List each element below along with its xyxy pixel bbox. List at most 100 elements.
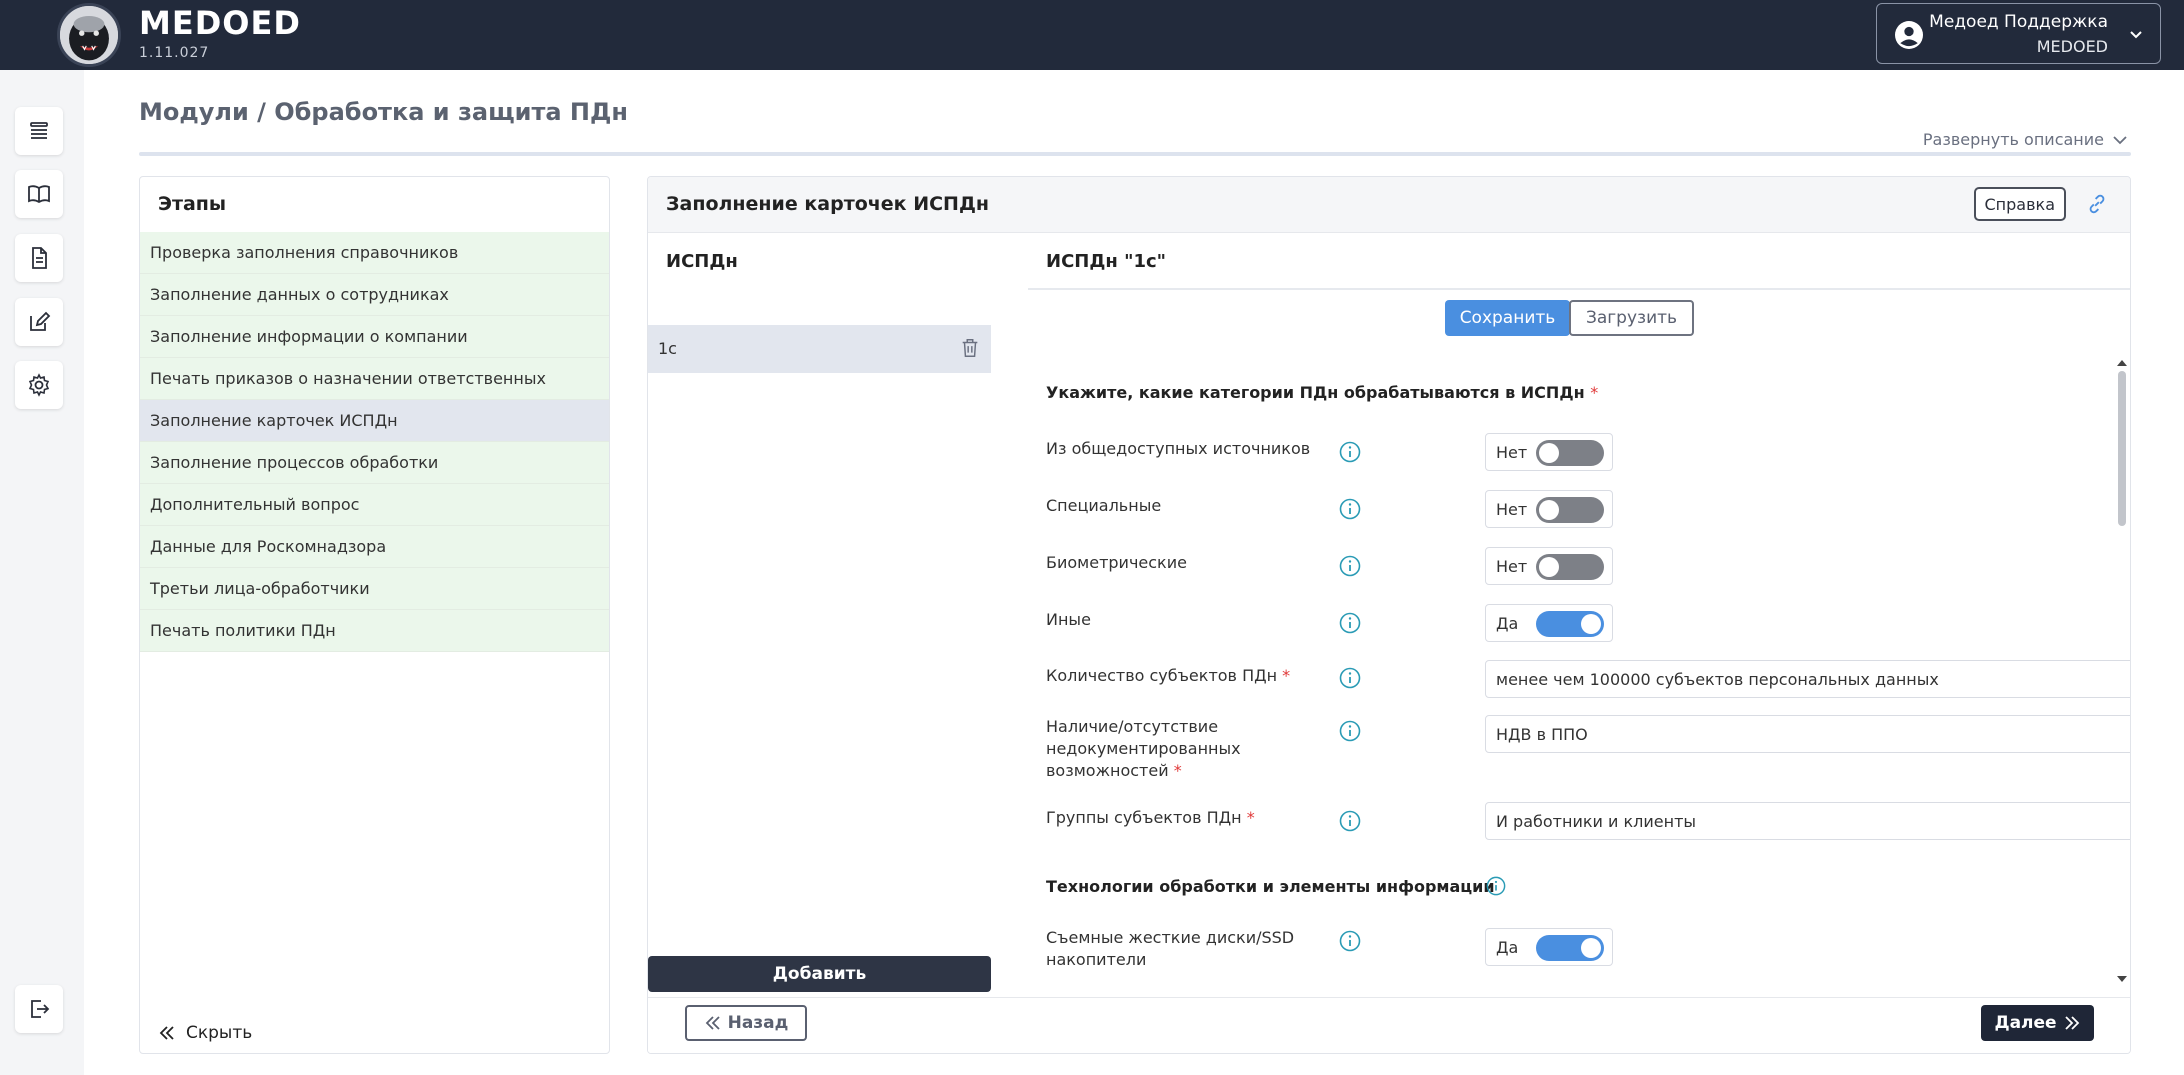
next-button[interactable]: Далее bbox=[1981, 1005, 2094, 1041]
honey-badger-logo bbox=[57, 3, 121, 67]
info-icon[interactable] bbox=[1486, 876, 1506, 896]
toggle-value: Нет bbox=[1496, 443, 1528, 462]
hide-stages-button[interactable]: Скрыть bbox=[158, 1023, 252, 1043]
back-button-label: Назад bbox=[727, 1013, 789, 1033]
stages-panel: Этапы Проверка заполнения справочников З… bbox=[139, 176, 610, 1054]
stage-item[interactable]: Печать приказов о назначении ответственн… bbox=[140, 358, 609, 400]
link-icon[interactable] bbox=[2086, 193, 2108, 215]
toggle-value: Нет bbox=[1496, 500, 1528, 519]
field-label-line: Съемные жесткие диски/SSD bbox=[1046, 928, 1295, 947]
field-label: Из общедоступных источников bbox=[1046, 439, 1311, 458]
back-button[interactable]: Назад bbox=[685, 1005, 807, 1041]
trash-icon[interactable] bbox=[959, 337, 981, 359]
user-name: Медоед Поддержка bbox=[1929, 12, 2108, 32]
toggle-removable-drives[interactable]: Да bbox=[1485, 928, 1613, 966]
next-button-label: Далее bbox=[1994, 1013, 2057, 1033]
select-value: менее чем 100000 субъектов персональных … bbox=[1496, 670, 1939, 689]
select-value: НДВ в ППО bbox=[1496, 725, 1588, 744]
toggle-switch[interactable] bbox=[1536, 554, 1604, 580]
ispdn-panel: Заполнение карточек ИСПДн Справка ИСПДн … bbox=[647, 176, 2131, 1054]
toggle-switch[interactable] bbox=[1536, 611, 1604, 637]
load-button[interactable]: Загрузить bbox=[1569, 300, 1694, 336]
document-icon bbox=[32, 247, 47, 269]
user-menu[interactable]: Медоед Поддержка MEDOED bbox=[1876, 3, 2161, 64]
chevron-down-icon bbox=[2130, 31, 2142, 39]
sidebar-settings-button[interactable] bbox=[15, 361, 63, 409]
sidebar-menu-button[interactable] bbox=[15, 107, 63, 155]
toggle-switch[interactable] bbox=[1536, 935, 1604, 961]
toggle-knob bbox=[1539, 557, 1559, 577]
add-ispdn-button[interactable]: Добавить bbox=[648, 956, 991, 992]
undocumented-features-select[interactable]: НДВ в ППО bbox=[1485, 715, 2130, 753]
hide-stages-label: Скрыть bbox=[186, 1023, 253, 1043]
field-label-text: Количество субъектов ПДн bbox=[1046, 666, 1278, 685]
scrollbar-thumb[interactable] bbox=[2118, 371, 2126, 526]
subject-groups-select[interactable]: И работники и клиенты bbox=[1485, 802, 2130, 840]
info-icon[interactable] bbox=[1339, 810, 1361, 832]
stage-item[interactable]: Печать политики ПДн bbox=[140, 610, 609, 652]
toggle-special[interactable]: Нет bbox=[1485, 490, 1613, 528]
stages-title: Этапы bbox=[158, 193, 227, 215]
sidebar-logout-button[interactable] bbox=[15, 985, 63, 1033]
form-scrollbar[interactable] bbox=[2115, 357, 2129, 993]
scroll-up-arrow-icon[interactable] bbox=[2116, 357, 2128, 367]
stage-item[interactable]: Данные для Роскомнадзора bbox=[140, 526, 609, 568]
form-header: ИСПДн "1с" bbox=[1046, 251, 1167, 272]
toggle-biometric[interactable]: Нет bbox=[1485, 547, 1613, 585]
ispdn-list-item[interactable]: 1с bbox=[648, 325, 991, 373]
ispdn-item-label: 1с bbox=[658, 339, 677, 358]
info-icon[interactable] bbox=[1339, 441, 1361, 463]
toggle-value: Да bbox=[1496, 938, 1519, 957]
stage-item[interactable]: Заполнение данных о сотрудниках bbox=[140, 274, 609, 316]
field-label-text: Группы субъектов ПДн bbox=[1046, 808, 1242, 827]
app-version: 1.11.027 bbox=[139, 45, 210, 61]
info-icon[interactable] bbox=[1339, 720, 1361, 742]
subjects-count-label: Количество субъектов ПДн * bbox=[1046, 665, 1290, 687]
list-icon bbox=[30, 122, 48, 139]
stage-item[interactable]: Проверка заполнения справочников bbox=[140, 232, 609, 274]
field-label-line: Наличие/отсутствие bbox=[1046, 717, 1219, 736]
double-chevron-left-icon bbox=[159, 1026, 174, 1040]
double-chevron-right-icon bbox=[2064, 1016, 2079, 1030]
form-divider bbox=[1028, 288, 2130, 290]
toggle-other[interactable]: Да bbox=[1485, 604, 1613, 642]
toggle-switch[interactable] bbox=[1536, 440, 1604, 466]
info-icon[interactable] bbox=[1339, 498, 1361, 520]
required-mark: * bbox=[1282, 666, 1291, 685]
expand-description-toggle[interactable]: Развернуть описание bbox=[1923, 130, 2128, 149]
sidebar-edit-button[interactable] bbox=[15, 298, 63, 346]
toggle-public-sources[interactable]: Нет bbox=[1485, 433, 1613, 471]
stage-item-active[interactable]: Заполнение карточек ИСПДн bbox=[140, 400, 609, 442]
field-label-line: недокументированных bbox=[1046, 739, 1241, 758]
required-mark: * bbox=[1246, 808, 1255, 827]
sidebar-library-button[interactable] bbox=[15, 170, 63, 218]
info-icon[interactable] bbox=[1339, 930, 1361, 952]
stage-item[interactable]: Заполнение информации о компании bbox=[140, 316, 609, 358]
info-icon[interactable] bbox=[1339, 555, 1361, 577]
sidebar-documents-button[interactable] bbox=[15, 234, 63, 282]
stage-item[interactable]: Заполнение процессов обработки bbox=[140, 442, 609, 484]
help-button[interactable]: Справка bbox=[1973, 187, 2066, 221]
page-title: Модули / Обработка и защита ПДн bbox=[139, 98, 628, 126]
toggle-knob bbox=[1581, 614, 1601, 634]
stage-item[interactable]: Третьи лица-обработчики bbox=[140, 568, 609, 610]
technologies-section-title: Технологии обработки и элементы информац… bbox=[1046, 877, 1495, 896]
brand-name: MEDOED bbox=[139, 4, 301, 42]
save-button[interactable]: Сохранить bbox=[1445, 300, 1570, 336]
toggle-knob bbox=[1539, 443, 1559, 463]
scroll-down-arrow-icon[interactable] bbox=[2116, 975, 2128, 985]
panel-footer: Назад Далее bbox=[648, 997, 2130, 1053]
undocumented-features-label: Наличие/отсутствие недокументированных в… bbox=[1046, 716, 1241, 782]
expand-description-label: Развернуть описание bbox=[1922, 130, 2104, 149]
info-icon[interactable] bbox=[1339, 667, 1361, 689]
select-value: И работники и клиенты bbox=[1496, 812, 1697, 831]
stage-item[interactable]: Дополнительный вопрос bbox=[140, 484, 609, 526]
toggle-switch[interactable] bbox=[1536, 497, 1604, 523]
info-icon[interactable] bbox=[1339, 612, 1361, 634]
toggle-value: Да bbox=[1496, 614, 1519, 633]
left-sidebar bbox=[0, 70, 84, 1075]
chevron-down-icon bbox=[2113, 135, 2127, 144]
double-chevron-left-icon bbox=[705, 1016, 720, 1030]
subjects-count-select[interactable]: менее чем 100000 субъектов персональных … bbox=[1485, 660, 2130, 698]
panel-title: Заполнение карточек ИСПДн bbox=[666, 193, 989, 215]
